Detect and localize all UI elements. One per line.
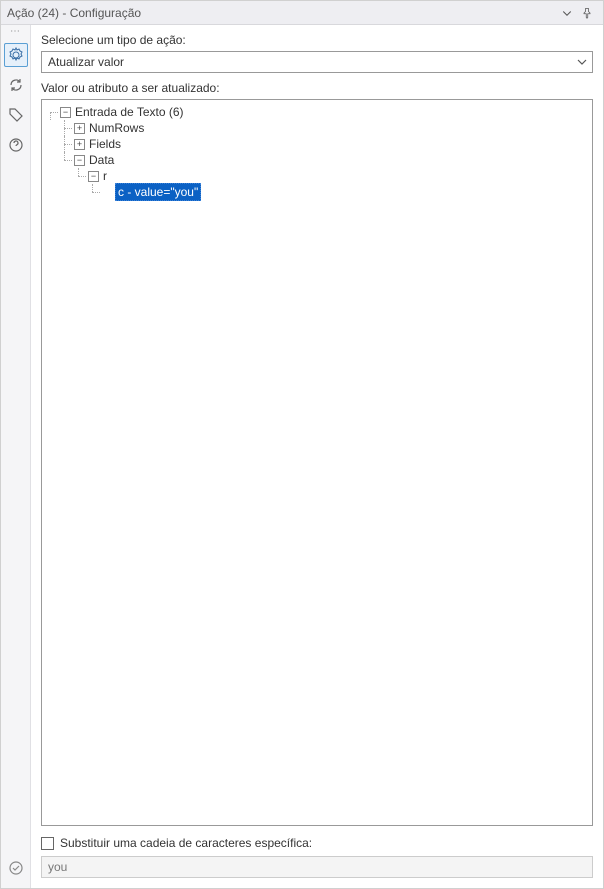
tree-toggle[interactable]: − <box>60 107 71 118</box>
replace-row: Substituir uma cadeia de caracteres espe… <box>41 836 593 850</box>
main-content: Selecione um tipo de ação: Atualizar val… <box>31 25 603 888</box>
chevron-down-icon <box>576 56 588 68</box>
refresh-icon <box>8 77 24 93</box>
sidebar-item-refresh[interactable] <box>4 73 28 97</box>
value-attr-label: Valor ou atributo a ser atualizado: <box>41 81 593 95</box>
tree-node-selected[interactable]: c - value="you" <box>115 183 201 201</box>
tree-toggle[interactable]: − <box>88 171 99 182</box>
replace-label: Substituir uma cadeia de caracteres espe… <box>60 836 312 850</box>
gear-icon <box>8 47 24 63</box>
tree-toggle[interactable]: + <box>74 139 85 150</box>
collapse-button[interactable] <box>557 3 577 23</box>
tree-node-data[interactable]: Data <box>87 152 116 168</box>
replace-checkbox[interactable] <box>41 837 54 850</box>
tree-node-numrows[interactable]: NumRows <box>87 120 146 136</box>
panel-title: Ação (24) - Configuração <box>7 6 557 20</box>
help-icon <box>8 137 24 153</box>
replace-input[interactable]: you <box>41 856 593 878</box>
tree-node-r[interactable]: r <box>101 168 109 184</box>
action-type-value: Atualizar valor <box>48 55 576 69</box>
sidebar-item-status[interactable] <box>4 856 28 880</box>
check-circle-icon <box>8 860 24 876</box>
pin-icon <box>581 7 593 19</box>
sidebar: ⋯ <box>1 25 31 888</box>
replace-input-value: you <box>48 860 67 874</box>
tree-view[interactable]: − Entrada de Texto (6) + NumRows <box>41 99 593 826</box>
sidebar-item-config[interactable] <box>4 43 28 67</box>
sidebar-item-tag[interactable] <box>4 103 28 127</box>
tag-icon <box>8 107 24 123</box>
tree-leaf-spacer <box>102 187 113 198</box>
tree-node-fields[interactable]: Fields <box>87 136 123 152</box>
config-panel: Ação (24) - Configuração ⋯ <box>0 0 604 889</box>
tree-node-root[interactable]: Entrada de Texto (6) <box>73 104 186 120</box>
drag-handle-icon: ⋯ <box>10 29 21 37</box>
pin-button[interactable] <box>577 3 597 23</box>
tree-toggle[interactable]: + <box>74 123 85 134</box>
sidebar-item-help[interactable] <box>4 133 28 157</box>
titlebar: Ação (24) - Configuração <box>1 1 603 25</box>
action-type-label: Selecione um tipo de ação: <box>41 33 593 47</box>
tree-toggle[interactable]: − <box>74 155 85 166</box>
panel-body: ⋯ Selecione um tipo de ação: Atualizar v… <box>1 25 603 888</box>
chevron-down-icon <box>561 7 573 19</box>
action-type-select[interactable]: Atualizar valor <box>41 51 593 73</box>
